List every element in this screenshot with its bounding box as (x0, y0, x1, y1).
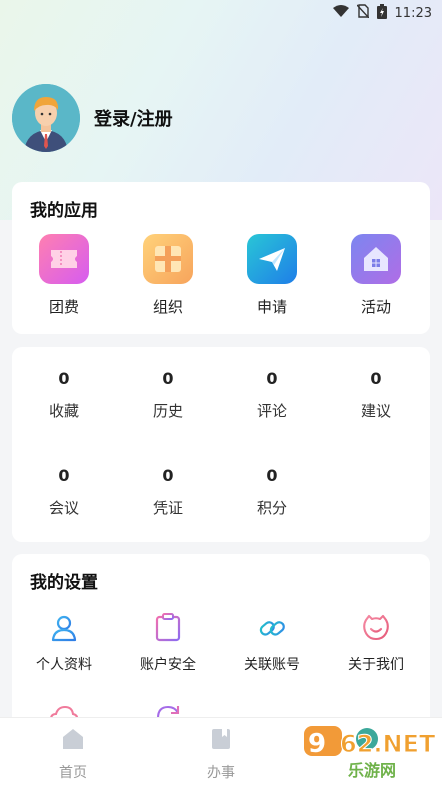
app-label-fees: 团费 (48, 298, 79, 316)
stat-value: 0 (266, 369, 278, 388)
ticket-icon (39, 234, 89, 284)
avatar[interactable] (12, 84, 80, 152)
app-label-apply: 申请 (256, 298, 287, 316)
my-settings-card: 我的设置 个人资料 账户安全 关联账号 关于我们 (12, 554, 430, 729)
stat-value: 0 (58, 369, 70, 388)
battery-icon (376, 3, 387, 23)
setting-item-profile[interactable]: 个人资料 (12, 612, 116, 674)
tab-label: 办事 (207, 765, 235, 781)
stat-value: 0 (266, 466, 278, 485)
stat-label: 评论 (256, 402, 287, 420)
setting-item-linked-accounts[interactable]: 关联账号 (220, 612, 324, 674)
book-icon (212, 729, 230, 749)
stat-value: 0 (370, 369, 382, 388)
svg-text:乐游网: 乐游网 (348, 761, 396, 780)
stats-card: 0 收藏 0 历史 0 评论 0 建议 0 会议 0 凭证 0 积分 (12, 347, 430, 542)
tab-label: 首页 (59, 765, 87, 781)
tab-services[interactable]: 办事 (166, 726, 276, 782)
login-register-link[interactable]: 登录/注册 (94, 105, 173, 131)
stat-vouchers[interactable]: 0 凭证 (116, 466, 220, 518)
home-icon (63, 729, 83, 749)
user-icon (48, 612, 80, 644)
no-sim-icon (356, 4, 370, 22)
setting-item-security[interactable]: 账户安全 (116, 612, 220, 674)
stat-value: 0 (58, 466, 70, 485)
svg-text:62.NET: 62.NET (340, 730, 436, 758)
my-apps-title: 我的应用 (30, 201, 98, 221)
stat-meetings[interactable]: 0 会议 (12, 466, 116, 518)
app-item-activity[interactable]: 活动 (324, 234, 428, 317)
app-label-activity: 活动 (360, 298, 391, 316)
status-bar: 11:23 (0, 0, 442, 26)
paper-plane-icon (247, 234, 297, 284)
clipboard-icon (152, 612, 184, 644)
stat-history[interactable]: 0 历史 (116, 369, 220, 421)
stat-label: 会议 (48, 499, 79, 517)
house-icon (351, 234, 401, 284)
my-settings-title: 我的设置 (30, 573, 98, 593)
stat-label: 凭证 (152, 499, 183, 517)
watermark-logo: 9 62.NET 乐游网 (300, 722, 440, 782)
stat-points[interactable]: 0 积分 (220, 466, 324, 518)
app-item-organization[interactable]: 组织 (116, 234, 220, 317)
profile-header[interactable]: 登录/注册 (12, 84, 173, 152)
stat-label: 积分 (256, 499, 287, 517)
setting-label: 个人资料 (36, 657, 92, 673)
stat-value: 0 (162, 369, 174, 388)
setting-item-about-us[interactable]: 关于我们 (324, 612, 428, 674)
setting-label: 账户安全 (140, 657, 196, 673)
svg-text:9: 9 (308, 729, 326, 759)
app-label-organization: 组织 (152, 298, 183, 316)
package-icon (143, 234, 193, 284)
link-icon (256, 612, 288, 644)
status-time: 11:23 (394, 5, 432, 21)
app-item-apply[interactable]: 申请 (220, 234, 324, 317)
smile-icon (360, 612, 392, 644)
wifi-icon (332, 4, 349, 22)
stat-comments[interactable]: 0 评论 (220, 369, 324, 421)
stat-suggestions[interactable]: 0 建议 (324, 369, 428, 421)
setting-label: 关联账号 (244, 657, 300, 673)
tab-home[interactable]: 首页 (18, 726, 128, 782)
stat-value: 0 (162, 466, 174, 485)
my-apps-card: 我的应用 团费 组织 申请 活动 (12, 182, 430, 334)
stat-label: 收藏 (48, 402, 79, 420)
app-item-fees[interactable]: 团费 (12, 234, 116, 317)
stat-label: 建议 (360, 402, 391, 420)
stat-label: 历史 (152, 402, 183, 420)
stat-favorites[interactable]: 0 收藏 (12, 369, 116, 421)
setting-label: 关于我们 (348, 657, 404, 673)
